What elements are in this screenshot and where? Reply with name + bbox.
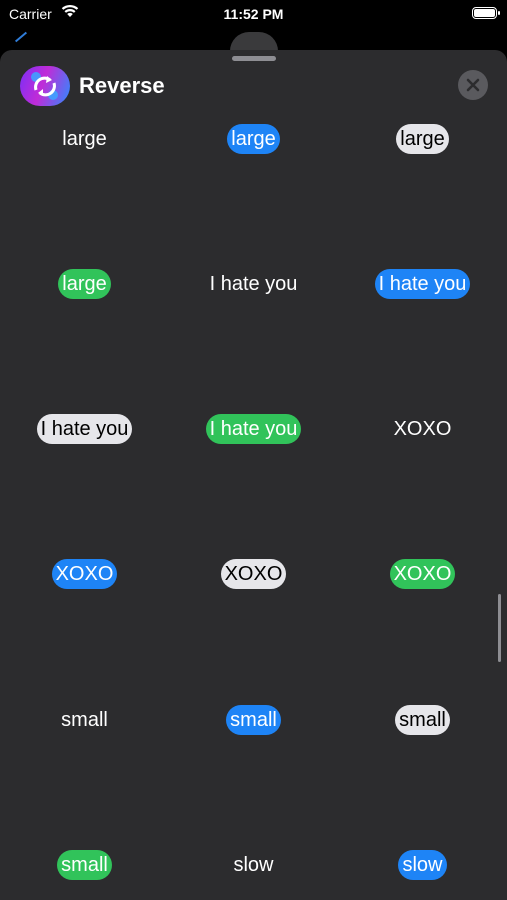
sticker-bubble[interactable]: large <box>58 124 110 154</box>
reverse-app-icon <box>20 66 70 106</box>
sticker-cell[interactable]: I hate you <box>169 414 338 444</box>
sticker-cell[interactable]: small <box>0 850 169 880</box>
sticker-bubble[interactable]: XOXO <box>390 414 456 444</box>
sticker-cell[interactable]: I hate you <box>338 269 507 299</box>
status-bar: Carrier 11:52 PM <box>0 0 507 30</box>
sticker-cell[interactable]: XOXO <box>0 559 169 589</box>
sticker-bubble[interactable]: large <box>227 124 280 154</box>
sticker-bubble[interactable]: XOXO <box>51 559 118 589</box>
back-chevron-icon <box>14 31 28 43</box>
sticker-bubble[interactable]: large <box>58 269 111 299</box>
sticker-cell[interactable]: small <box>338 705 507 735</box>
sheet-grabber[interactable] <box>232 56 276 61</box>
sticker-cell[interactable]: XOXO <box>338 414 507 444</box>
sticker-cell[interactable]: small <box>169 705 338 735</box>
close-icon <box>466 78 480 92</box>
sticker-bubble[interactable]: I hate you <box>36 414 133 444</box>
app-title: Reverse <box>79 73 165 98</box>
sticker-cell[interactable]: I hate you <box>169 269 338 299</box>
sticker-bubble[interactable]: I hate you <box>206 269 302 299</box>
sticker-cell[interactable]: small <box>0 705 169 735</box>
sticker-bubble[interactable]: small <box>395 705 450 735</box>
sticker-cell[interactable]: large <box>169 124 338 154</box>
imessage-app-sheet: Reverse large large large large I hate you I … <box>0 50 507 900</box>
close-button[interactable] <box>458 70 488 100</box>
sticker-cell[interactable]: I hate you <box>0 414 169 444</box>
sticker-cell[interactable]: slow <box>169 850 338 880</box>
sticker-bubble[interactable]: large <box>396 124 449 154</box>
sticker-bubble[interactable]: slow <box>398 850 447 880</box>
sticker-cell[interactable]: large <box>0 269 169 299</box>
sticker-bubble[interactable]: small <box>226 705 281 735</box>
sticker-bubble[interactable]: I hate you <box>205 414 302 444</box>
sticker-bubble[interactable]: small <box>57 850 112 880</box>
sticker-cell[interactable]: large <box>338 124 507 154</box>
app-header: Reverse <box>0 66 507 108</box>
scroll-indicator[interactable] <box>498 594 501 662</box>
sticker-bubble[interactable]: small <box>57 705 112 735</box>
sticker-cell[interactable]: XOXO <box>169 559 338 589</box>
sticker-bubble[interactable]: I hate you <box>374 269 471 299</box>
status-time: 11:52 PM <box>223 6 284 22</box>
sticker-cell[interactable]: XOXO <box>338 559 507 589</box>
battery-icon <box>472 7 500 19</box>
sticker-cell[interactable]: large <box>0 124 169 154</box>
sticker-bubble[interactable]: XOXO <box>220 559 287 589</box>
sticker-bubble[interactable]: XOXO <box>389 559 456 589</box>
sticker-bubble[interactable]: slow <box>229 850 277 880</box>
sticker-cell[interactable]: slow <box>338 850 507 880</box>
